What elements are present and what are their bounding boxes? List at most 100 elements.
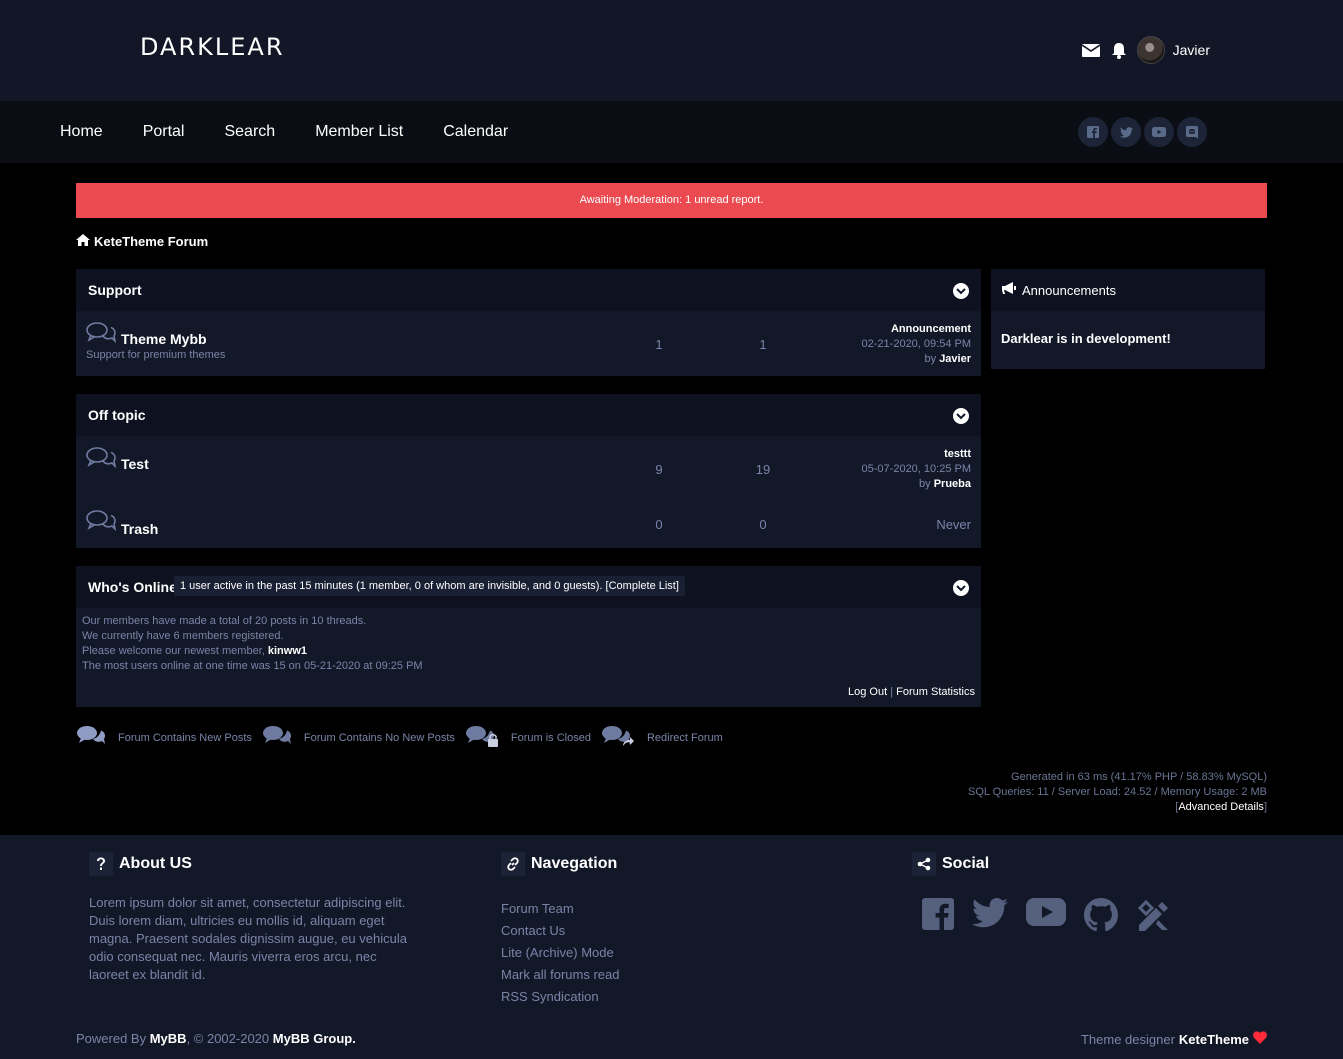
nav-search[interactable]: Search	[224, 123, 275, 141]
share-icon	[912, 852, 936, 876]
bell-icon[interactable]	[1109, 40, 1129, 60]
last-post: Announcement 02-21-2020, 09:54 PM by Jav…	[862, 322, 971, 367]
youtube-icon[interactable]	[1144, 117, 1174, 147]
envelope-icon[interactable]	[1081, 40, 1101, 60]
thread-count: 0	[655, 517, 663, 532]
category-title[interactable]: Off topic	[88, 407, 146, 423]
forum-name[interactable]: Trash	[121, 521, 158, 537]
footer-about-title: About US	[119, 855, 192, 872]
bracket: ]	[1263, 801, 1267, 813]
category-title[interactable]: Support	[88, 282, 142, 298]
last-post-date: 02-21-2020, 09:54 PM	[861, 338, 971, 350]
home-icon[interactable]	[76, 234, 90, 249]
legend-label: Forum Contains New Posts	[118, 731, 252, 744]
announcements-header: Announcements	[991, 269, 1265, 311]
copyright: Powered By MyBB, © 2002-2020 MyBB Group.	[76, 1031, 356, 1046]
twitter-icon[interactable]	[972, 898, 1008, 937]
active-users-summary[interactable]: 1 user active in the past 15 minutes (1 …	[174, 576, 685, 596]
facebook-icon[interactable]	[1078, 117, 1108, 147]
whos-online-panel: Who's Online 1 user active in the past 1…	[76, 566, 981, 707]
chevron-down-icon[interactable]	[953, 580, 969, 596]
forum-name[interactable]: Test	[121, 456, 149, 472]
link-icon	[501, 852, 525, 876]
newest-member-link[interactable]: kinww1	[268, 645, 307, 657]
forum-name[interactable]: Theme Mybb	[121, 331, 207, 347]
last-post-author[interactable]: Prueba	[934, 478, 971, 490]
thread-count: 9	[655, 462, 663, 477]
footer-about-text: Lorem ipsum dolor sit amet, consectetur …	[89, 895, 407, 982]
username[interactable]: Javier	[1173, 42, 1210, 58]
legend-label: Redirect Forum	[646, 731, 723, 744]
legend-label: Forum is Closed	[510, 731, 591, 744]
footer-about: About US Lorem ipsum dolor sit amet, con…	[89, 852, 419, 984]
question-icon	[89, 852, 113, 876]
design-tools-icon[interactable]	[1136, 898, 1172, 937]
footer: About US Lorem ipsum dolor sit amet, con…	[0, 835, 1343, 1059]
moderation-alert[interactable]: Awaiting Moderation: 1 unread report.	[76, 183, 1267, 218]
ketetheme-link[interactable]: KeteTheme	[1179, 1032, 1249, 1047]
nav-home[interactable]: Home	[60, 123, 103, 141]
legend-item: Forum is Closed	[465, 724, 591, 751]
category-support: Support Theme Mybb Support for premium t…	[76, 269, 981, 376]
post-count: 19	[755, 462, 771, 477]
footer-link-forum-team[interactable]: Forum Team	[501, 898, 619, 920]
forum-row: Trash 0 0 Never	[76, 501, 981, 548]
forum-status-icon[interactable]	[86, 446, 117, 471]
stats-line: Please welcome our newest member,	[82, 645, 265, 657]
legend-item: Forum Contains New Posts	[76, 724, 252, 751]
forum-legend: Forum Contains New Posts Forum Contains …	[76, 724, 733, 751]
breadcrumb-forum[interactable]: KeteTheme Forum	[94, 234, 208, 249]
last-post-date: 05-07-2020, 10:25 PM	[861, 463, 971, 475]
footer-social: Social	[912, 852, 1172, 937]
whos-online-title: Who's Online	[88, 579, 177, 595]
whos-online-header: Who's Online 1 user active in the past 1…	[76, 566, 981, 608]
announcements-panel: Announcements Darklear is in development…	[991, 269, 1265, 369]
post-count: 0	[759, 517, 767, 532]
github-icon[interactable]	[1084, 898, 1118, 937]
footer-nav-title: Navegation	[531, 855, 618, 872]
footer-navigation: Navegation Forum Team Contact Us Lite (A…	[501, 852, 619, 1008]
advanced-details-link[interactable]: Advanced Details	[1178, 801, 1264, 813]
last-post-title[interactable]: Announcement	[862, 322, 971, 337]
announcement-text[interactable]: Darklear is in development!	[991, 311, 1265, 366]
forum-status-icon[interactable]	[86, 509, 117, 534]
mybb-link[interactable]: MyBB	[150, 1031, 187, 1046]
last-post-author[interactable]: Javier	[939, 353, 971, 365]
last-post-by-label: by	[924, 353, 937, 365]
footer-link-contact[interactable]: Contact Us	[501, 920, 619, 942]
megaphone-icon	[1002, 282, 1017, 298]
last-post-title[interactable]: testtt	[862, 447, 971, 462]
nav-calendar[interactable]: Calendar	[443, 123, 508, 141]
nav-member-list[interactable]: Member List	[315, 123, 403, 141]
header-social	[1078, 117, 1207, 147]
discord-icon[interactable]	[1177, 117, 1207, 147]
logout-link[interactable]: Log Out	[848, 686, 887, 698]
breadcrumb: KeteTheme Forum	[76, 234, 208, 249]
footer-link-mark-read[interactable]: Mark all forums read	[501, 964, 619, 986]
mybb-group-link[interactable]: MyBB Group.	[273, 1031, 356, 1046]
facebook-icon[interactable]	[922, 898, 954, 937]
forum-row: Theme Mybb Support for premium themes 1 …	[76, 311, 981, 376]
forum-status-icon[interactable]	[86, 321, 117, 346]
chevron-down-icon[interactable]	[953, 283, 969, 299]
forum-statistics-link[interactable]: Forum Statistics	[896, 686, 975, 698]
footer-link-lite-mode[interactable]: Lite (Archive) Mode	[501, 942, 619, 964]
twitter-icon[interactable]	[1111, 117, 1141, 147]
top-header: DARKLEAR Javier	[0, 0, 1343, 101]
footer-social-icons	[922, 898, 1172, 937]
chevron-down-icon[interactable]	[953, 408, 969, 424]
debug-line: Generated in 63 ms (41.17% PHP / 58.83% …	[1011, 771, 1267, 783]
stats-line: Our members have made a total of 20 post…	[82, 615, 367, 627]
site-logo[interactable]: DARKLEAR	[140, 33, 285, 61]
theme-designer: Theme designer KeteTheme	[1081, 1031, 1267, 1047]
category-off-topic: Off topic Test 9 19 testtt 05-07-2020, 1…	[76, 394, 981, 548]
nav-portal[interactable]: Portal	[143, 123, 185, 141]
forum-row: Test 9 19 testtt 05-07-2020, 10:25 PM by…	[76, 436, 981, 501]
youtube-icon[interactable]	[1026, 898, 1066, 937]
theme-designer-label: Theme designer	[1080, 1031, 1175, 1047]
stats-line: We currently have 6 members registered.	[82, 630, 284, 642]
no-new-posts-icon	[262, 724, 292, 751]
footer-link-rss[interactable]: RSS Syndication	[501, 986, 619, 1008]
heart-icon	[1253, 1031, 1267, 1047]
avatar[interactable]	[1136, 36, 1165, 64]
